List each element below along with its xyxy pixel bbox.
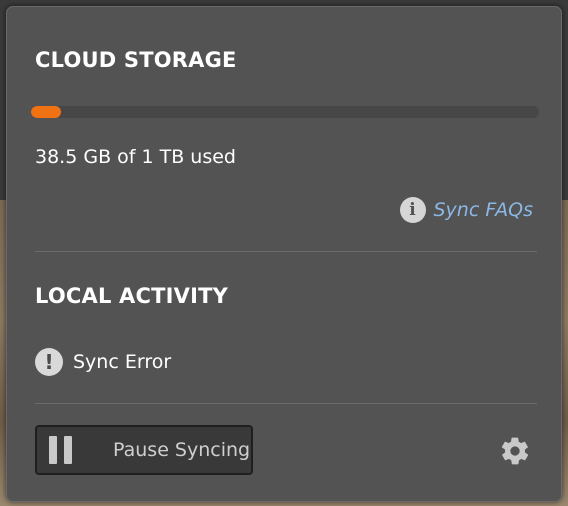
gear-icon[interactable] xyxy=(499,435,531,467)
pause-icon xyxy=(49,436,73,464)
sync-faqs-link[interactable]: Sync FAQs xyxy=(434,199,534,221)
pause-syncing-label: Pause Syncing xyxy=(113,439,251,461)
info-icon: i xyxy=(399,197,426,223)
cloud-storage-title: CLOUD STORAGE xyxy=(35,48,237,72)
sync-error-text: Sync Error xyxy=(73,351,172,373)
sync-faqs-link-row[interactable]: i Sync FAQs xyxy=(399,197,534,223)
storage-progress-bar xyxy=(31,106,539,118)
storage-usage-text: 38.5 GB of 1 TB used xyxy=(35,146,236,168)
sync-status-panel: CLOUD STORAGE 38.5 GB of 1 TB used i Syn… xyxy=(6,6,562,502)
alert-icon: ! xyxy=(35,348,63,376)
sync-error-status: ! Sync Error xyxy=(35,348,171,376)
divider xyxy=(35,251,537,252)
divider xyxy=(35,403,537,404)
storage-progress-fill xyxy=(31,106,62,118)
local-activity-title: LOCAL ACTIVITY xyxy=(35,284,229,308)
pause-syncing-button[interactable]: Pause Syncing xyxy=(35,425,253,475)
